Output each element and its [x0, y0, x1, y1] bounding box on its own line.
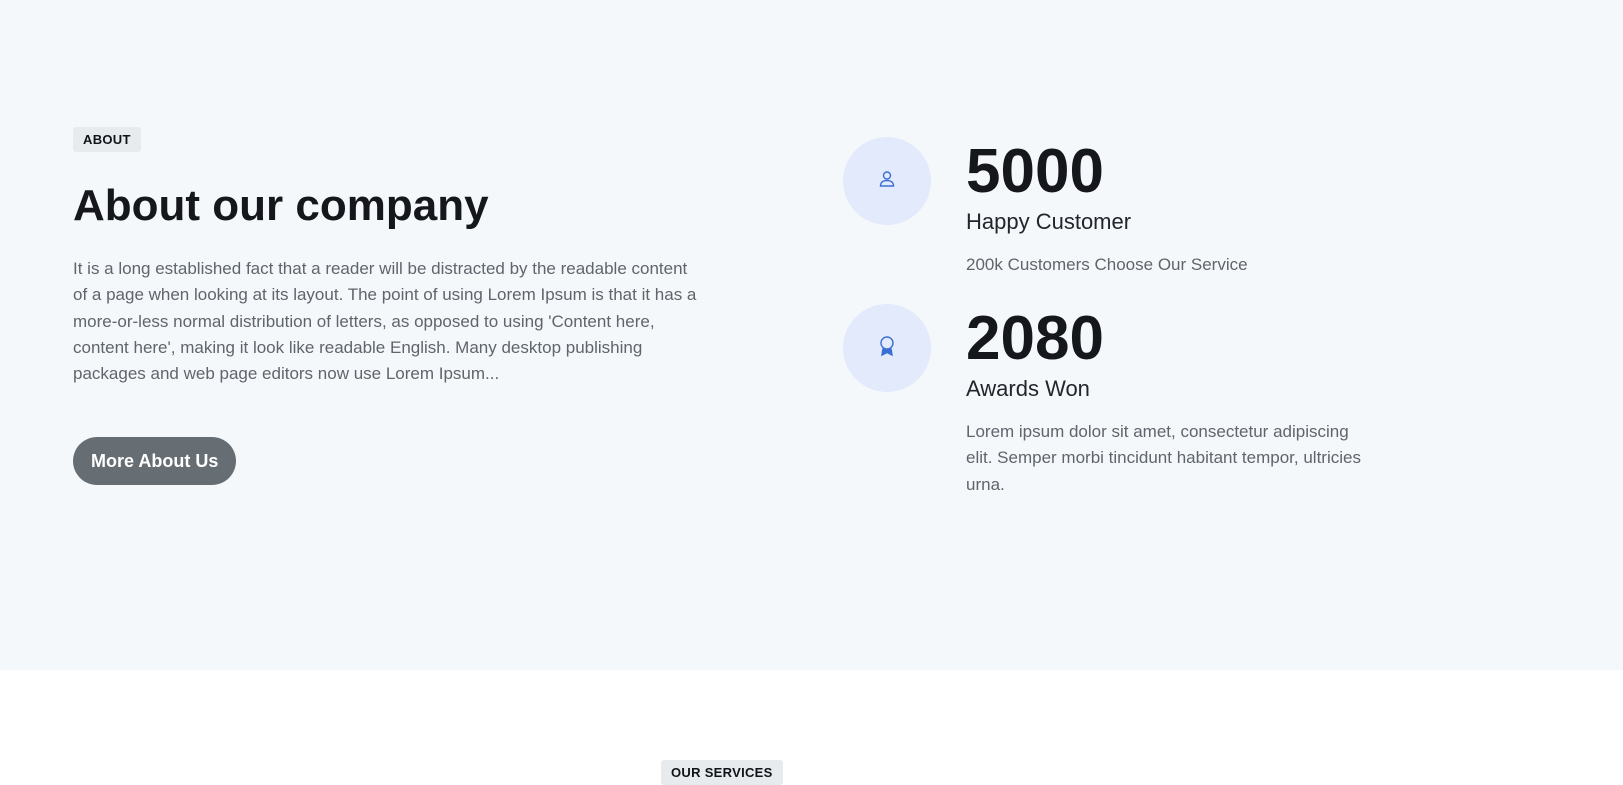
about-title: About our company [73, 181, 489, 230]
about-description: It is a long established fact that a rea… [73, 259, 697, 384]
services-section: OUR SERVICES [0, 670, 1623, 785]
stat-icon-circle [843, 304, 931, 392]
about-badge: ABOUT [73, 127, 141, 152]
about-section: ABOUT About our company It is a long est… [0, 0, 1623, 670]
stat-label: Awards Won [966, 376, 1090, 401]
stat-body: 5000 Happy Customer 200k Customers Choos… [966, 137, 1366, 278]
stat-icon-circle [843, 137, 931, 225]
award-icon [876, 334, 898, 363]
more-about-us-button[interactable]: More About Us [73, 437, 237, 486]
stat-description: 200k Customers Choose Our Service [966, 255, 1248, 274]
stat-number: 5000 [966, 137, 1104, 206]
stat-label: Happy Customer [966, 209, 1132, 234]
services-badge: OUR SERVICES [661, 760, 783, 785]
about-intro: ABOUT About our company It is a long est… [73, 127, 703, 486]
stat-description: Lorem ipsum dolor sit amet, consectetur … [966, 422, 1361, 494]
stat-number: 2080 [966, 304, 1104, 373]
stat-body: 2080 Awards Won Lorem ipsum dolor sit am… [966, 304, 1366, 498]
user-icon [877, 169, 897, 194]
